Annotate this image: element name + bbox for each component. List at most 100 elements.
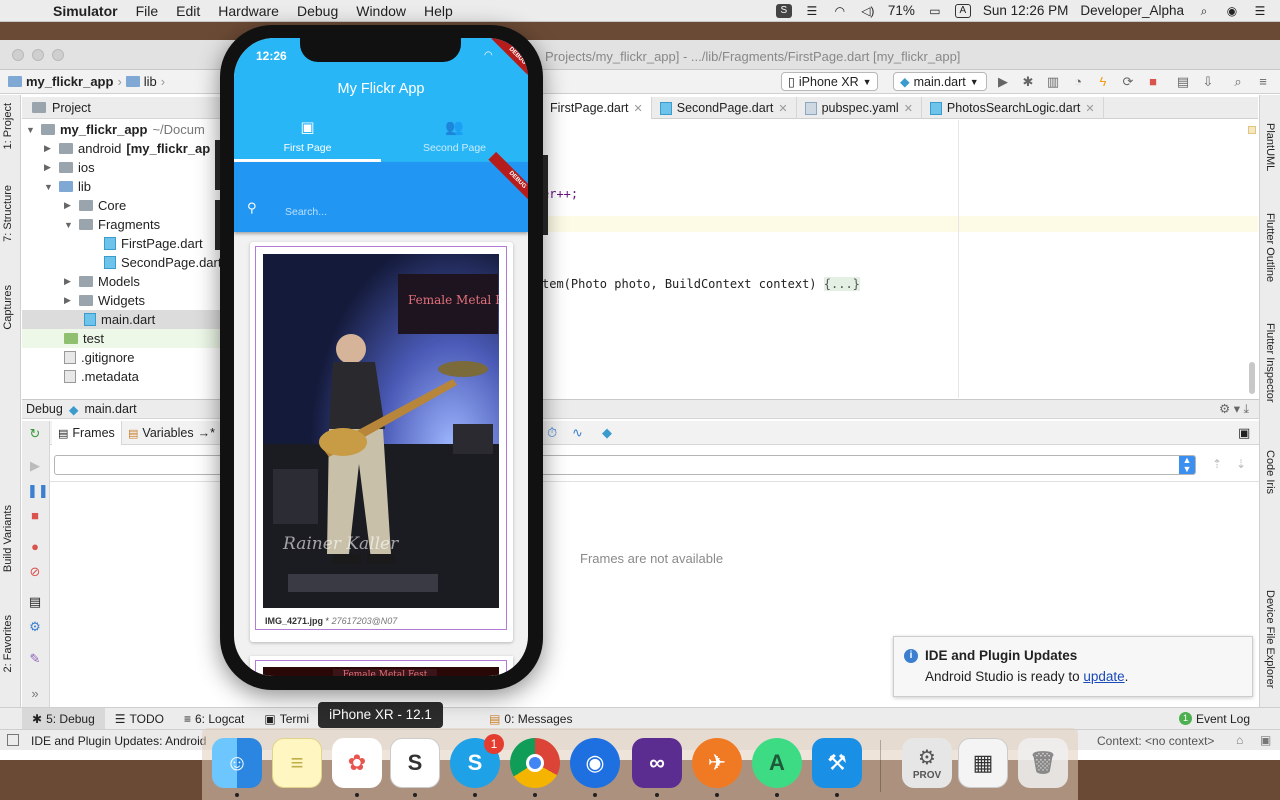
stop-icon[interactable]: ■	[1144, 73, 1162, 91]
settings-icon[interactable]: ⚙	[27, 619, 43, 635]
tab-code-iris[interactable]: Code Iris	[1264, 450, 1276, 494]
tree-item-test[interactable]: test	[22, 329, 222, 348]
tab-secondpage-dart[interactable]: SecondPage.dart ✕	[652, 97, 797, 119]
status-context[interactable]: Context: <no context>	[1097, 734, 1214, 748]
battery-percent[interactable]: 71%	[888, 3, 915, 18]
lock-icon[interactable]: ⌂	[1236, 733, 1243, 747]
performance-icon[interactable]: ∿	[572, 425, 583, 441]
wifi-icon[interactable]: ◠	[832, 4, 848, 18]
volume-down-button[interactable]	[215, 200, 220, 250]
menu-window[interactable]: Window	[347, 3, 415, 19]
attach-icon[interactable]: ◔	[1069, 73, 1087, 91]
expand-arrow-icon[interactable]: ▶	[44, 143, 54, 154]
tree-item-root[interactable]: ▼ my_flickr_app ~/Docum	[26, 120, 205, 139]
tab-project[interactable]: 1: Project	[2, 103, 14, 149]
tab-pubspec-yaml[interactable]: pubspec.yaml ✕	[797, 97, 922, 119]
hot-restart-icon[interactable]: ⟳	[1119, 73, 1137, 91]
tab-flutter-inspector[interactable]: Flutter Inspector	[1264, 323, 1276, 402]
tree-item-firstpage[interactable]: FirstPage.dart	[104, 234, 203, 253]
tab-debug[interactable]: ✱ 5: Debug	[22, 707, 105, 730]
more-icon[interactable]: ≡	[1254, 73, 1272, 91]
expand-arrow-icon[interactable]: ▶	[64, 295, 74, 306]
run-config-selector[interactable]: ◆ main.dart ▼	[893, 72, 987, 91]
pause-icon[interactable]: ❚❚	[27, 483, 49, 499]
debug-icon[interactable]: ✱	[1019, 73, 1037, 91]
notification-center-icon[interactable]: ☰	[1252, 4, 1268, 18]
expand-arrow-icon[interactable]: ▶	[44, 162, 54, 173]
stop-icon[interactable]: ■	[27, 508, 43, 524]
status-message[interactable]: IDE and Plugin Updates: Android	[31, 734, 206, 748]
tab-build-variants[interactable]: Build Variants	[2, 505, 14, 572]
breadcrumb-lib[interactable]: lib	[144, 74, 157, 89]
code-line[interactable]: tem(Photo photo, BuildContext context) {…	[542, 277, 860, 291]
tab-event-log[interactable]: 1 Event Log	[1169, 708, 1260, 730]
tab-logcat[interactable]: ≡ 6: Logcat	[174, 708, 254, 730]
tool-windows-icon[interactable]	[7, 734, 19, 746]
menu-debug[interactable]: Debug	[288, 3, 347, 19]
code-editor[interactable]	[542, 120, 1258, 398]
sdk-manager-icon[interactable]: ▤	[1174, 73, 1192, 91]
tree-item-widgets[interactable]: ▶ Widgets	[64, 291, 145, 310]
visual-studio-icon[interactable]: ∞	[632, 738, 682, 788]
volume-up-button[interactable]	[215, 140, 220, 190]
menu-app-name[interactable]: Simulator	[44, 3, 127, 19]
tab-structure[interactable]: 7: Structure	[2, 185, 14, 242]
tab-plantuml[interactable]: PlantUML	[1264, 123, 1276, 171]
document-icon[interactable]: ▦	[958, 738, 1008, 788]
tab-first-page[interactable]: ▣ First Page	[234, 118, 381, 154]
tab-todo[interactable]: ☰ TODO	[105, 708, 174, 730]
tree-item-metadata[interactable]: .metadata	[64, 367, 139, 386]
menu-extras-icon[interactable]: ☰	[804, 4, 820, 18]
code-fold[interactable]: {...}	[823, 277, 860, 291]
event-indicator-icon[interactable]: ▣	[1260, 733, 1271, 747]
tree-item-core[interactable]: ▶ Core	[64, 196, 126, 215]
expand-arrow-icon[interactable]: ▼	[64, 220, 74, 230]
layout-icon[interactable]: ▣	[1238, 425, 1250, 441]
move-down-icon[interactable]: ⇣	[1236, 457, 1246, 471]
select-stepper-icon[interactable]: ▲ ▼	[1179, 456, 1195, 474]
minimize-window-button[interactable]	[32, 49, 44, 61]
menu-help[interactable]: Help	[415, 3, 462, 19]
preferences-icon[interactable]: ⚙ PROV	[902, 738, 952, 788]
tab-second-page[interactable]: 👥 Second Page	[381, 118, 528, 154]
tree-item-fragments[interactable]: ▼ Fragments	[64, 215, 160, 234]
zoom-window-button[interactable]	[52, 49, 64, 61]
tree-item-main-dart[interactable]: main.dart	[22, 310, 222, 329]
photos-icon[interactable]: ✿	[332, 738, 382, 788]
tab-device-file-explorer[interactable]: Device File Explorer	[1264, 590, 1276, 688]
tab-flutter-outline[interactable]: Flutter Outline	[1264, 213, 1276, 282]
tab-photossearchlogic-dart[interactable]: PhotosSearchLogic.dart ✕	[922, 97, 1104, 119]
tab-variables[interactable]: ▤ Variables →*	[122, 421, 221, 445]
finder-icon[interactable]: ☺	[212, 738, 262, 788]
more-tools-icon[interactable]: »	[27, 686, 43, 702]
xcode-icon[interactable]: ⚒	[812, 738, 862, 788]
menu-hardware[interactable]: Hardware	[209, 3, 288, 19]
search-placeholder[interactable]: Search...	[285, 206, 327, 218]
menu-file[interactable]: File	[127, 3, 168, 19]
spotlight-search-icon[interactable]: ⌕	[1196, 4, 1212, 18]
mute-breakpoints-icon[interactable]: ⊘	[27, 564, 43, 580]
device-selector[interactable]: ▯ iPhone XR ▼	[781, 72, 878, 91]
tree-item-models[interactable]: ▶ Models	[64, 272, 140, 291]
slack-icon[interactable]: S	[390, 738, 440, 788]
tree-item-android[interactable]: ▶ android [my_flickr_ap	[44, 139, 210, 158]
skype-status-icon[interactable]: S	[775, 3, 792, 18]
location-pin-icon[interactable]: ◉	[570, 738, 620, 788]
hot-reload-icon[interactable]: ϟ	[1094, 73, 1112, 91]
tab-terminal[interactable]: ▣ Termi	[254, 708, 319, 730]
notes-icon[interactable]: ≡	[272, 738, 322, 788]
photo-card[interactable]: Female Metal Fest Rainer Kaller IMG_	[250, 242, 513, 642]
editor-status-marker[interactable]	[1248, 126, 1256, 134]
tab-favorites[interactable]: 2: Favorites	[2, 615, 14, 672]
side-button[interactable]	[543, 155, 548, 235]
tree-item-gitignore[interactable]: .gitignore	[64, 348, 134, 367]
tab-frames[interactable]: ▤ Frames	[52, 421, 122, 445]
swift-icon[interactable]: ✈	[692, 738, 742, 788]
close-window-button[interactable]	[12, 49, 24, 61]
pin-icon[interactable]: →*	[198, 426, 215, 440]
profile-icon[interactable]: ▥	[1044, 73, 1062, 91]
tree-item-lib[interactable]: ▼ lib	[44, 177, 91, 196]
photo-card[interactable]: Female Metal Fest	[250, 656, 513, 676]
breadcrumb-project[interactable]: my_flickr_app	[26, 74, 113, 89]
settings-gear-icon[interactable]: ⚙ ▾ ⤓	[1219, 401, 1259, 417]
